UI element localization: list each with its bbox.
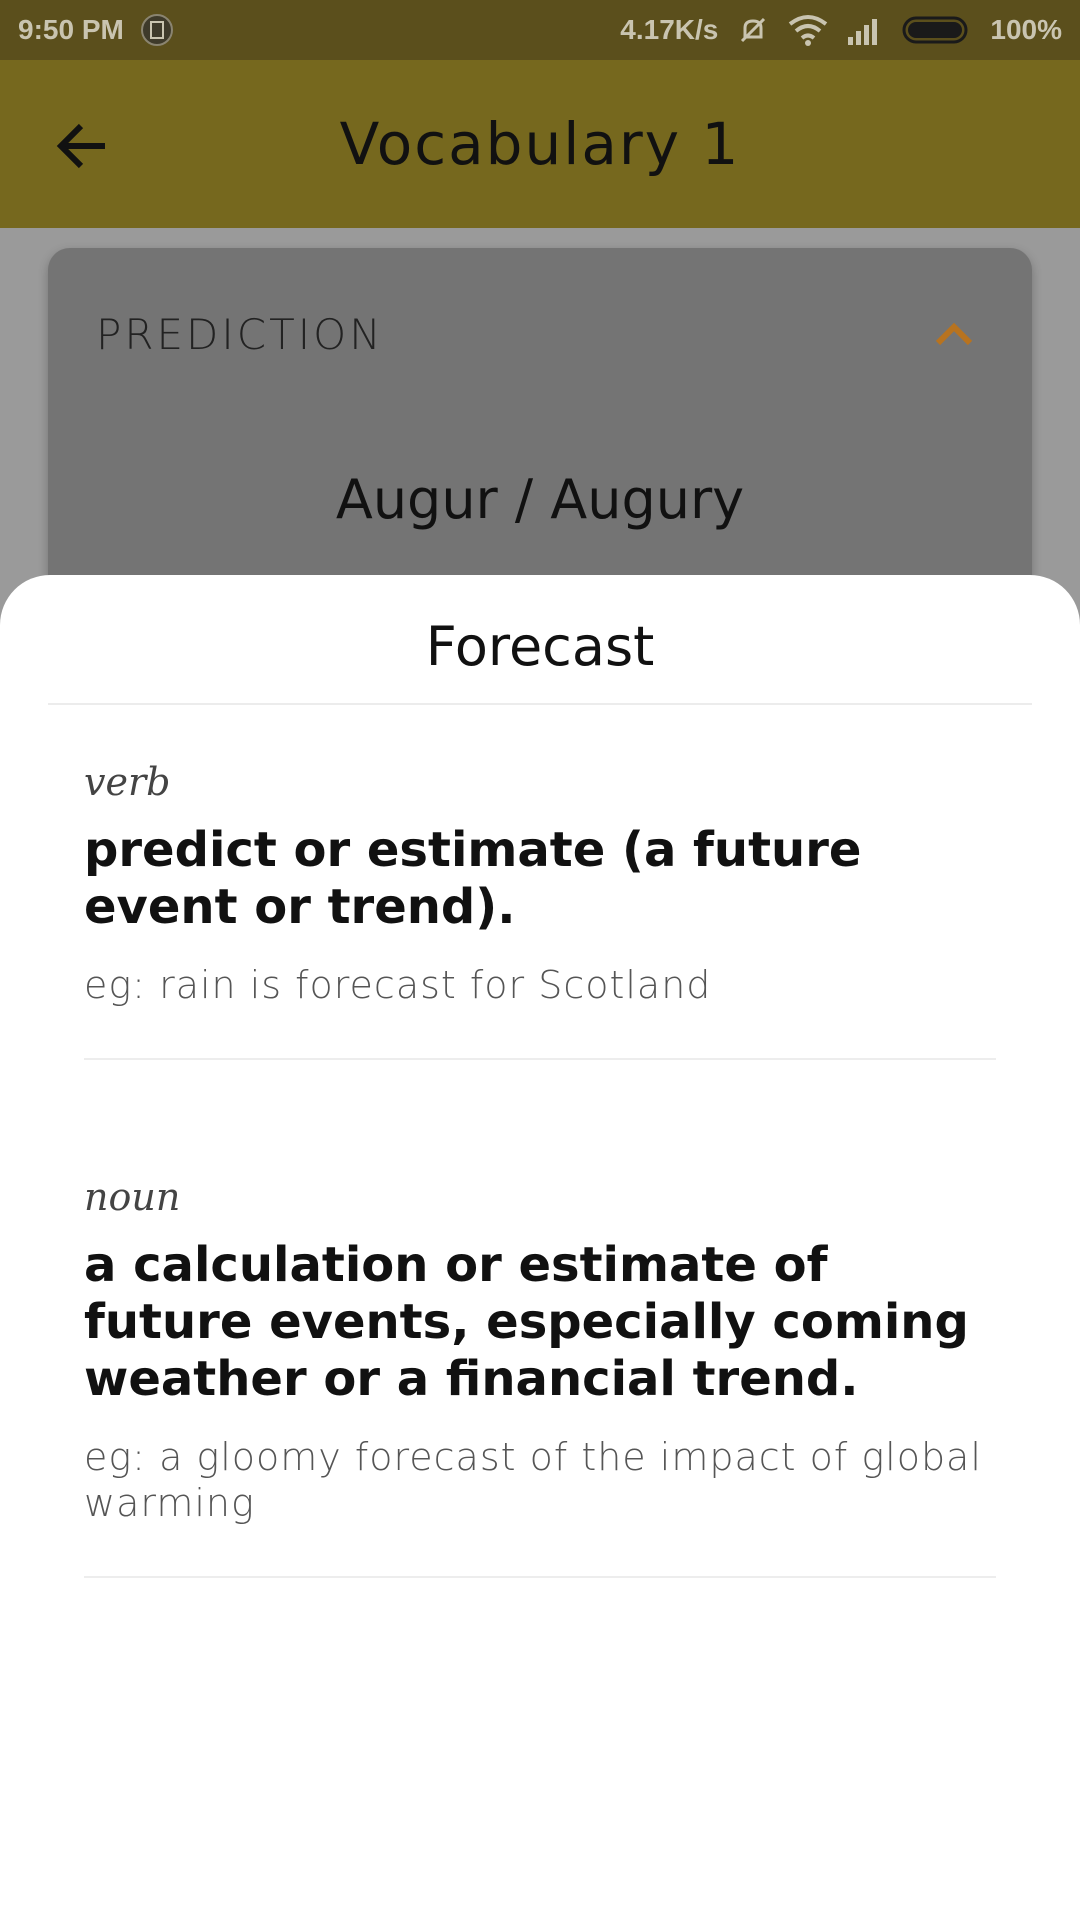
- part-of-speech: noun: [84, 1175, 181, 1219]
- definition-text: predict or estimate (a future event or t…: [84, 822, 862, 935]
- definitions-list: verb predict or estimate (a future event…: [84, 760, 996, 1693]
- signal-icon: [846, 15, 884, 45]
- definition-item: verb predict or estimate (a future event…: [84, 760, 996, 1060]
- battery-percent: 100%: [990, 14, 1062, 45]
- arrow-left-icon: [56, 123, 105, 169]
- status-time: 9:50 PM: [18, 14, 124, 45]
- card-header: PREDICTION: [96, 304, 984, 364]
- divider: [48, 703, 1032, 705]
- card-category: PREDICTION: [96, 309, 384, 359]
- mute-icon: [736, 13, 770, 47]
- network-speed: 4.17K/s: [620, 14, 719, 45]
- part-of-speech: verb: [84, 760, 171, 804]
- battery-icon: [902, 15, 972, 45]
- card-word: Augur / Augury: [335, 468, 745, 531]
- definition-item: noun a calculation or estimate of future…: [84, 1175, 996, 1578]
- app-bar: Vocabulary 1: [0, 60, 1080, 228]
- chevron-up-icon[interactable]: [924, 304, 984, 364]
- example-text: eg: rain is forecast for Scotland: [84, 963, 712, 1007]
- definition-text: a calculation or estimate of future even…: [84, 1237, 969, 1407]
- wifi-icon: [788, 14, 828, 46]
- example-text: eg: a gloomy forecast of the impact of g…: [84, 1435, 982, 1525]
- screen: 9:50 PM 4.17K/s 100% Vocabulary 1 PREDIC…: [0, 0, 1080, 1920]
- app-notification-icon: [140, 13, 174, 47]
- sheet-title: Forecast: [425, 615, 655, 678]
- page-title: Vocabulary 1: [339, 110, 741, 178]
- back-button[interactable]: [52, 116, 112, 176]
- status-bar: 9:50 PM 4.17K/s 100%: [0, 0, 1080, 60]
- definition-sheet: Forecast verb predict or estimate (a fut…: [0, 575, 1080, 1920]
